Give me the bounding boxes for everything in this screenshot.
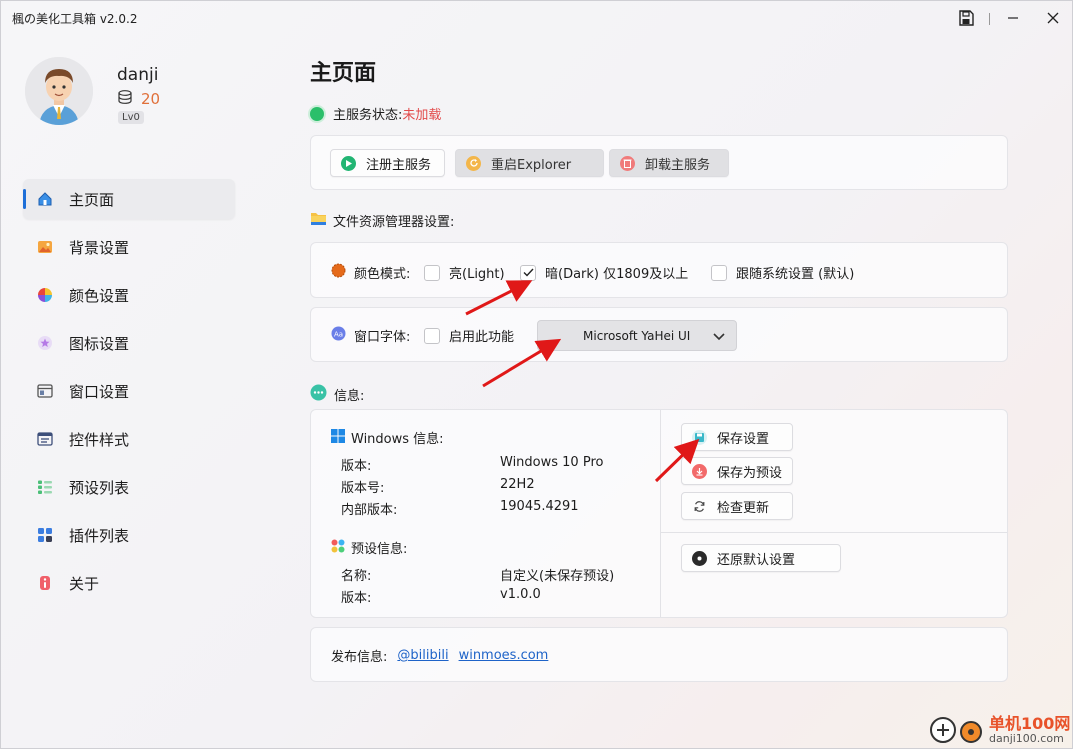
watermark: 单机100网 danji100.com [929,708,1071,748]
watermark-logo-icon [930,717,982,743]
watermark-url: danji100.com [989,732,1064,745]
app-window: 楓の美化工具箱 v2.0.2 danji 20 Lv0 主页面 背景设置 颜色设… [0,0,1073,749]
arrow-dark-mode [465,280,533,316]
arrow-font-select [482,338,562,388]
annotation-arrows [465,280,700,483]
watermark-title: 单机100网 [989,714,1071,733]
arrow-save-settings [654,438,700,483]
